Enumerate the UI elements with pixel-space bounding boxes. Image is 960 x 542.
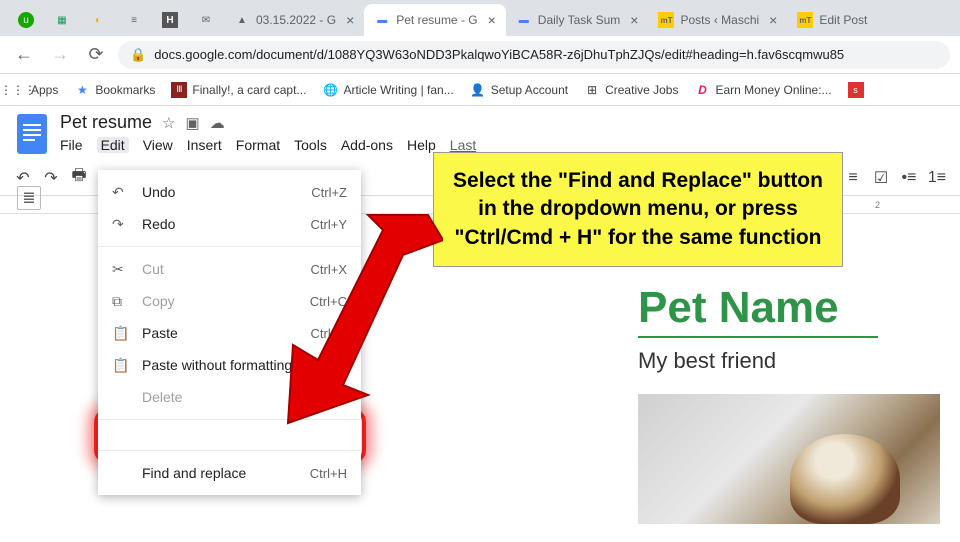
- tab-4[interactable]: ≡: [116, 4, 152, 36]
- forward-button[interactable]: →: [46, 41, 74, 69]
- bookmark-finally[interactable]: ⅢFinally!, a card capt...: [171, 82, 306, 98]
- cloud-icon[interactable]: ☁: [210, 114, 225, 132]
- tab-label: 03.15.2022 - G: [256, 13, 336, 27]
- menu-insert[interactable]: Insert: [187, 137, 222, 153]
- menu-paste-without-formatting[interactable]: 📋 Paste without formatting Ct: [98, 349, 361, 381]
- redo-icon: ↷: [112, 216, 130, 233]
- document-title[interactable]: Pet resume: [60, 112, 152, 133]
- tab-label: Pet resume - G: [396, 13, 477, 27]
- move-icon[interactable]: ▣: [186, 114, 200, 132]
- star-icon: ★: [74, 82, 90, 98]
- tab-drive[interactable]: ▲ 03.15.2022 - G ×: [224, 4, 364, 36]
- edit-dropdown: ↶ Undo Ctrl+Z ↷ Redo Ctrl+Y ✂ Cut Ctrl+X…: [98, 170, 361, 495]
- paste-icon: 📋: [112, 325, 130, 342]
- undo-icon: ↶: [112, 184, 130, 201]
- tab-label: Daily Task Sum: [538, 13, 620, 27]
- left-rail: ≣: [0, 186, 58, 210]
- bookmark-creative[interactable]: ⊞Creative Jobs: [584, 82, 678, 98]
- menu-help[interactable]: Help: [407, 137, 436, 153]
- menu-delete[interactable]: Delete: [98, 381, 361, 413]
- tab-sheets[interactable]: ▦: [44, 4, 80, 36]
- menu-format[interactable]: Format: [236, 137, 280, 153]
- menu-paste[interactable]: 📋 Paste Ctrl+V: [98, 317, 361, 349]
- reload-button[interactable]: ⟳: [82, 41, 110, 69]
- tab-5[interactable]: H: [152, 4, 188, 36]
- h-icon: H: [162, 12, 178, 28]
- tab-3[interactable]: ◐: [80, 4, 116, 36]
- mt-icon: mT: [658, 12, 674, 28]
- bookmark-setup[interactable]: 👤Setup Account: [470, 82, 568, 98]
- site-icon: Ⅲ: [171, 82, 187, 98]
- sheets-icon: ▦: [54, 12, 70, 28]
- menu-addons[interactable]: Add-ons: [341, 137, 393, 153]
- bookmark-s[interactable]: s: [848, 82, 864, 98]
- upwork-icon: u: [18, 12, 34, 28]
- bookmark-earn[interactable]: DEarn Money Online:...: [694, 82, 831, 98]
- docs-icon: ▬: [516, 12, 532, 28]
- d-icon: D: [694, 82, 710, 98]
- menu-tools[interactable]: Tools: [294, 137, 327, 153]
- docs-logo[interactable]: [14, 112, 50, 156]
- menu-bar: File Edit View Insert Format Tools Add-o…: [60, 137, 946, 153]
- outline-toggle[interactable]: ≣: [17, 186, 41, 210]
- docs-header: Pet resume ☆ ▣ ☁ File Edit View Insert F…: [0, 106, 960, 156]
- menu-edit[interactable]: Edit: [97, 137, 129, 153]
- last-edit-link[interactable]: Last: [450, 137, 476, 153]
- url-input[interactable]: 🔒 docs.google.com/document/d/1088YQ3W63o…: [118, 41, 950, 69]
- paste-plain-icon: 📋: [112, 357, 130, 374]
- divider: [98, 246, 361, 247]
- docs-icon: ▬: [374, 12, 390, 28]
- tutorial-callout: Select the "Find and Replace" button in …: [433, 152, 843, 267]
- tab-upwork[interactable]: u: [8, 4, 44, 36]
- tab-label: Edit Post: [819, 13, 867, 27]
- menu-cut[interactable]: ✂ Cut Ctrl+X: [98, 253, 361, 285]
- tab-edit-post[interactable]: mT Edit Post: [787, 4, 877, 36]
- pet-image[interactable]: [638, 394, 940, 524]
- page-heading[interactable]: Pet Name: [638, 286, 942, 330]
- bookmarks-bar: ⋮⋮⋮Apps ★Bookmarks ⅢFinally!, a card cap…: [0, 74, 960, 106]
- gmail-icon: ✉: [198, 12, 214, 28]
- menu-undo[interactable]: ↶ Undo Ctrl+Z: [98, 176, 361, 208]
- divider: [98, 419, 361, 420]
- menu-redo[interactable]: ↷ Redo Ctrl+Y: [98, 208, 361, 240]
- copy-icon: ⧉: [112, 293, 130, 310]
- s-icon: s: [848, 82, 864, 98]
- url-text: docs.google.com/document/d/1088YQ3W63oND…: [154, 47, 844, 62]
- tab-label: Posts ‹ Maschi: [680, 13, 759, 27]
- tab-gmail[interactable]: ✉: [188, 4, 224, 36]
- bookmark-article[interactable]: 🌐Article Writing | fan...: [322, 82, 453, 98]
- heading-underline: [638, 336, 878, 338]
- tab-docs-active[interactable]: ▬ Pet resume - G ×: [364, 4, 506, 36]
- tab-posts[interactable]: mT Posts ‹ Maschi ×: [648, 4, 787, 36]
- browser-tab-strip: u ▦ ◐ ≡ H ✉ ▲ 03.15.2022 - G × ▬ Pet resume…: [0, 0, 960, 36]
- bookmark-bookmarks[interactable]: ★Bookmarks: [74, 82, 155, 98]
- menu-view[interactable]: View: [143, 137, 173, 153]
- grid-icon: ⊞: [584, 82, 600, 98]
- tab-daily[interactable]: ▬ Daily Task Sum ×: [506, 4, 649, 36]
- menu-file[interactable]: File: [60, 137, 83, 153]
- close-icon[interactable]: ×: [346, 12, 354, 28]
- menu-copy[interactable]: ⧉ Copy Ctrl+C: [98, 285, 361, 317]
- address-bar: ← → ⟳ 🔒 docs.google.com/document/d/1088Y…: [0, 36, 960, 74]
- divider: [98, 450, 361, 451]
- back-button[interactable]: ←: [10, 41, 38, 69]
- page-subtitle[interactable]: My best friend: [638, 348, 942, 374]
- print-button[interactable]: 🖶: [66, 165, 92, 191]
- drive-icon: ▲: [234, 12, 250, 28]
- cut-icon: ✂: [112, 261, 130, 278]
- person-icon: 👤: [470, 82, 486, 98]
- close-icon[interactable]: ×: [630, 12, 638, 28]
- lines-icon: ≡: [126, 12, 142, 28]
- circle-icon: ◐: [90, 12, 106, 28]
- mt-icon: mT: [797, 12, 813, 28]
- lock-icon: 🔒: [130, 47, 146, 63]
- globe-icon: 🌐: [322, 82, 338, 98]
- star-icon[interactable]: ☆: [162, 114, 175, 132]
- apps-button[interactable]: ⋮⋮⋮Apps: [10, 82, 58, 98]
- close-icon[interactable]: ×: [488, 12, 496, 28]
- menu-find-and-replace[interactable]: Find and replace Ctrl+H: [98, 457, 361, 489]
- apps-icon: ⋮⋮⋮: [10, 82, 26, 98]
- close-icon[interactable]: ×: [769, 12, 777, 28]
